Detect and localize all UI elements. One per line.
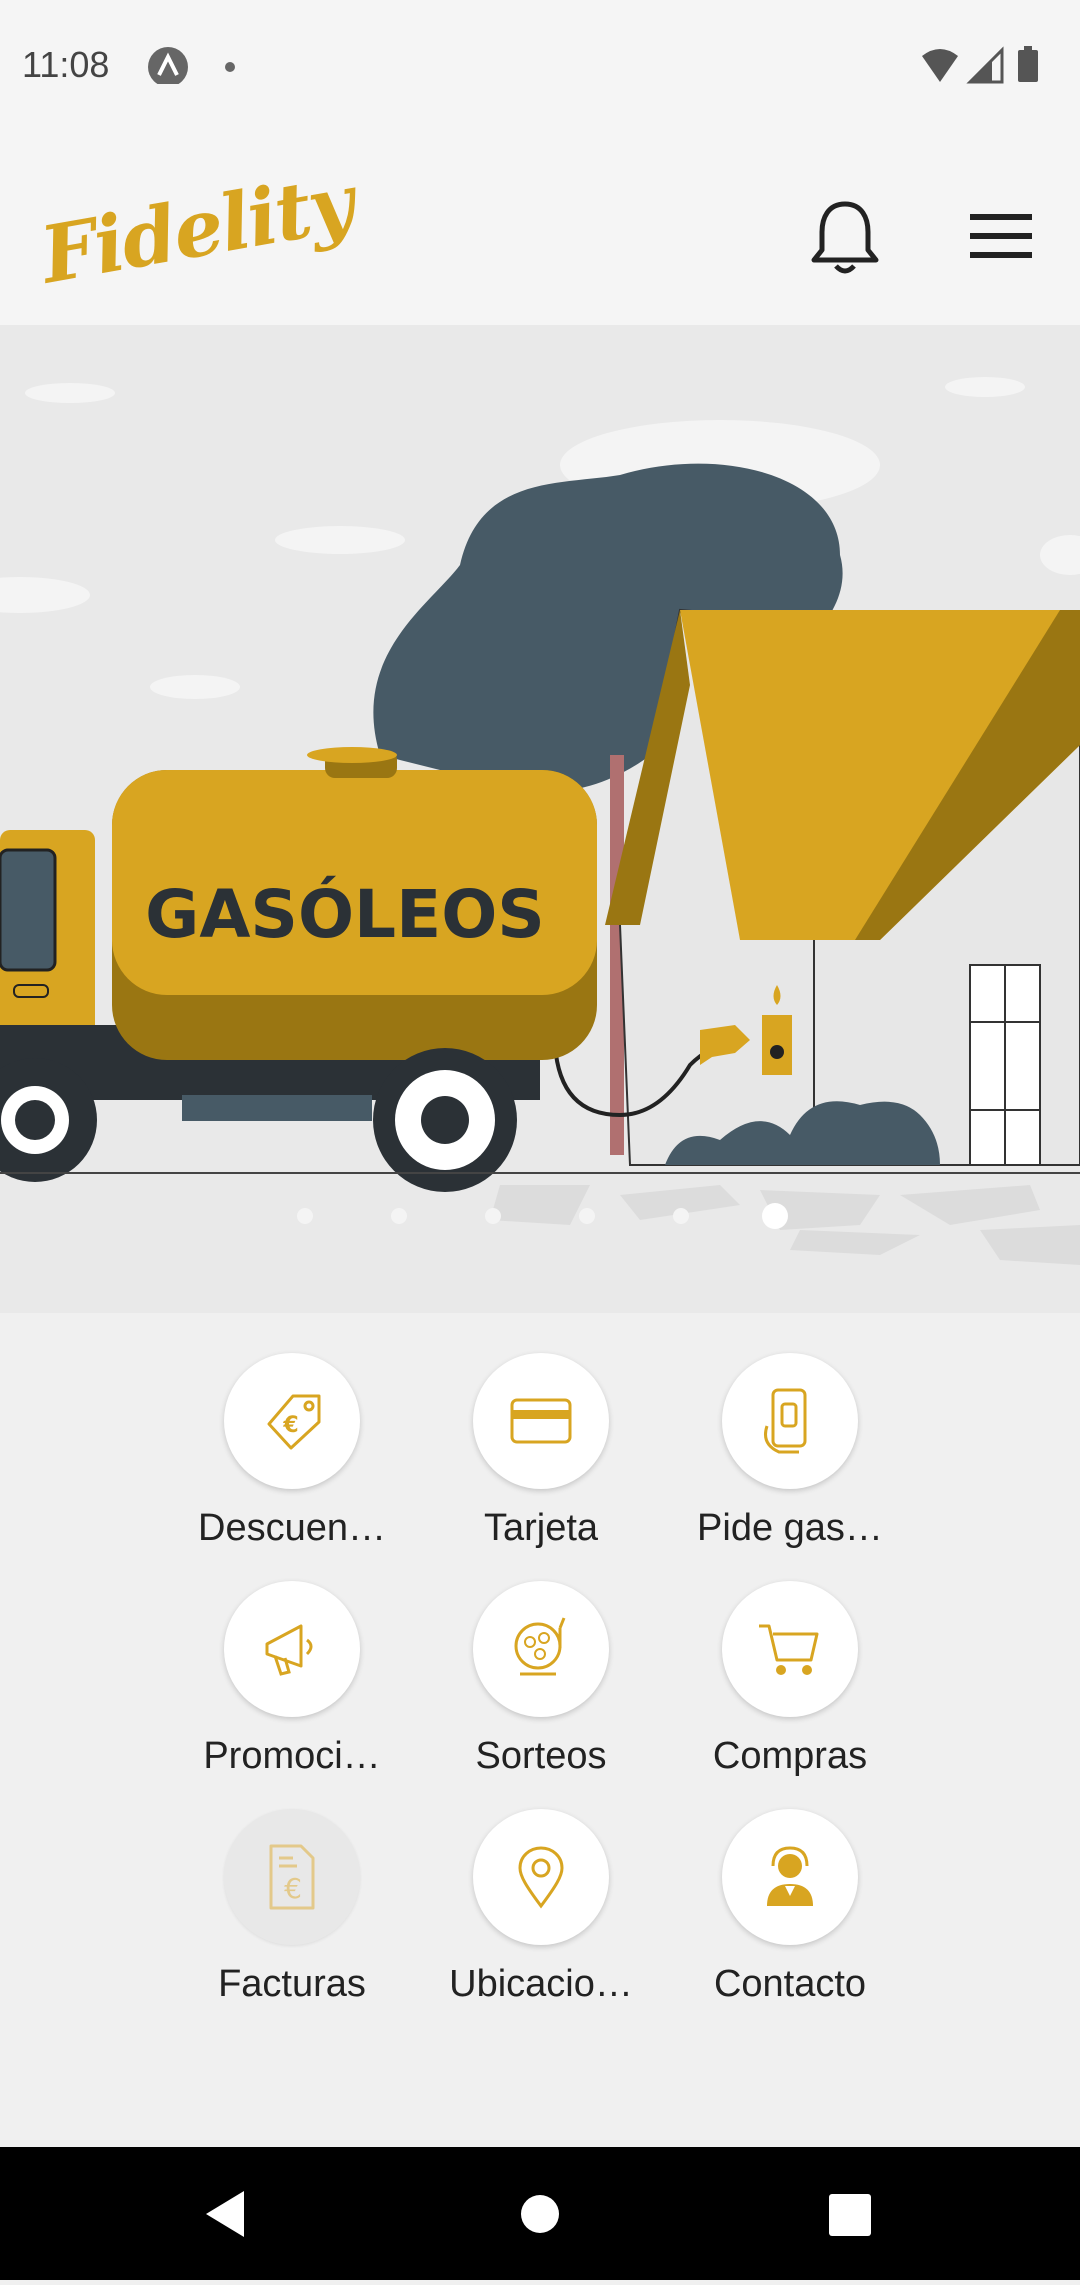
hamburger-menu-icon[interactable]: [968, 210, 1034, 262]
back-icon: [206, 2191, 244, 2237]
card-icon: [510, 1398, 572, 1444]
home-icon: [521, 2195, 559, 2233]
menu-item-label: Pide gas…: [697, 1507, 883, 1549]
menu-item-tarjeta[interactable]: Tarjeta: [416, 1353, 666, 1550]
menu-item-circle[interactable]: [224, 1581, 360, 1717]
menu-item-label: Contacto: [713, 1963, 867, 2005]
menu-item-label: Promoci…: [203, 1735, 381, 1777]
raffle-drum-icon: [514, 1617, 566, 1676]
cart-icon: [759, 1624, 819, 1675]
menu-item-label: Facturas: [218, 1963, 366, 2005]
phone-gas-order-icon: [764, 1388, 807, 1454]
menu-item-circle[interactable]: [722, 1581, 858, 1717]
menu-item-circle[interactable]: [473, 1581, 609, 1717]
wifi-icon: [922, 49, 958, 82]
dot-icon: [225, 62, 235, 72]
status-time: 11:08: [22, 44, 110, 85]
app-notification-icon: [148, 47, 188, 84]
menu-item-circle[interactable]: [722, 1809, 858, 1945]
app-logo[interactable]: Fidelity: [34, 157, 359, 301]
carousel-dot: [579, 1208, 595, 1224]
bell-icon[interactable]: [808, 198, 882, 276]
svg-text:€: €: [282, 1413, 298, 1438]
ground-stones: [490, 1185, 1080, 1265]
menu-item-label: Sorteos: [475, 1735, 607, 1777]
truck-label: GASÓLEOS: [145, 876, 545, 953]
notification-icons: [148, 47, 235, 84]
carousel-dot: [673, 1208, 689, 1224]
menu-item-label: Ubicacio…: [449, 1963, 633, 2005]
status-bar: 11:08: [0, 0, 1080, 140]
menu-item-promociones[interactable]: Promoci…: [167, 1581, 417, 1778]
menu-item-label: Tarjeta: [483, 1507, 599, 1549]
menu-item-facturas[interactable]: € Facturas: [167, 1809, 417, 2006]
carousel-dot: [485, 1208, 501, 1224]
nav-buttons: [206, 2191, 871, 2237]
discount-tag-icon: €: [267, 1394, 321, 1450]
menu-item-circle[interactable]: €: [224, 1353, 360, 1489]
carousel-dot-active: [762, 1203, 788, 1229]
svg-text:€: €: [284, 1872, 302, 1905]
menu-item-label: Descuen…: [198, 1507, 386, 1549]
support-agent-icon: [767, 1846, 813, 1906]
carousel-dot: [297, 1208, 313, 1224]
system-nav-bar: [0, 2147, 1080, 2280]
menu-item-circle[interactable]: [722, 1353, 858, 1489]
fuel-truck: GASÓLEOS: [0, 747, 597, 1192]
location-pin-icon: [518, 1846, 564, 1909]
menu-item-contacto[interactable]: Contacto: [665, 1809, 915, 2006]
system-status-icons: [922, 46, 1038, 84]
hero-banner[interactable]: GASÓLEOS: [0, 325, 1080, 1313]
menu-item-pide-gasoleo[interactable]: Pide gas…: [665, 1353, 915, 1550]
menu-item-ubicaciones[interactable]: Ubicacio…: [416, 1809, 666, 2006]
menu-grid: € Descuen… Tarjeta Pide gas… Promoci… So…: [0, 1313, 1080, 2147]
menu-item-label: Compras: [712, 1735, 868, 1777]
menu-item-circle[interactable]: [473, 1809, 609, 1945]
hero-illustration: GASÓLEOS: [0, 377, 1080, 1265]
carousel-dot: [391, 1208, 407, 1224]
megaphone-icon: [265, 1624, 313, 1676]
app-header: Fidelity: [0, 140, 1080, 325]
menu-item-circle[interactable]: €: [224, 1809, 360, 1945]
menu-item-sorteos[interactable]: Sorteos: [416, 1581, 666, 1778]
menu-item-descuentos[interactable]: € Descuen…: [167, 1353, 417, 1550]
recents-icon: [829, 2194, 871, 2236]
battery-icon: [1018, 46, 1038, 82]
menu-item-circle[interactable]: [473, 1353, 609, 1489]
invoice-euro-icon: €: [269, 1844, 315, 1910]
menu-item-compras[interactable]: Compras: [665, 1581, 915, 1778]
